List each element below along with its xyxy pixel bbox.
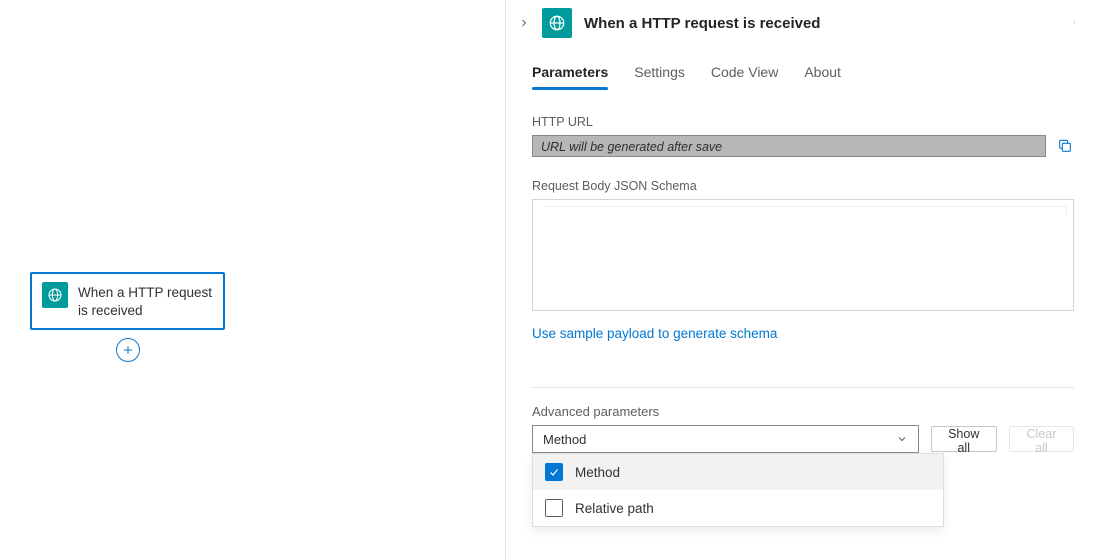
advanced-parameters-dropdown: Method Relative path — [532, 453, 944, 527]
node-title: When a HTTP request is received — [78, 282, 213, 320]
panel-body: HTTP URL URL will be generated after sav… — [506, 91, 1100, 560]
http-url-field: URL will be generated after save — [532, 135, 1046, 157]
option-relative-path[interactable]: Relative path — [533, 490, 943, 526]
tab-parameters[interactable]: Parameters — [532, 64, 608, 90]
divider — [532, 387, 1074, 388]
details-panel: When a HTTP request is received Paramete… — [505, 0, 1100, 560]
schema-textarea[interactable] — [532, 199, 1074, 311]
copy-icon[interactable] — [1056, 137, 1074, 155]
tab-about[interactable]: About — [804, 64, 841, 90]
chevron-right-icon[interactable] — [514, 13, 534, 33]
clear-all-button: Clear all — [1009, 426, 1074, 452]
schema-label: Request Body JSON Schema — [532, 179, 1074, 193]
option-label: Relative path — [575, 501, 654, 516]
tab-code-view[interactable]: Code View — [711, 64, 778, 90]
show-all-button[interactable]: Show all — [931, 426, 997, 452]
http-globe-icon — [42, 282, 68, 308]
option-method[interactable]: Method — [533, 454, 943, 490]
use-sample-payload-link[interactable]: Use sample payload to generate schema — [532, 326, 777, 341]
advanced-select-value: Method — [543, 432, 586, 447]
advanced-parameters-label: Advanced parameters — [532, 404, 1074, 419]
chevron-down-icon — [896, 433, 908, 445]
checkbox-unchecked-icon — [545, 499, 563, 517]
panel-title: When a HTTP request is received — [580, 15, 1058, 32]
checkbox-checked-icon — [545, 463, 563, 481]
panel-header: When a HTTP request is received — [506, 0, 1100, 44]
workflow-trigger-node[interactable]: When a HTTP request is received — [30, 272, 225, 330]
more-menu-icon[interactable] — [1066, 10, 1086, 36]
tabs: Parameters Settings Code View About — [506, 44, 1100, 91]
canvas: When a HTTP request is received — [0, 0, 505, 560]
option-label: Method — [575, 465, 620, 480]
http-globe-icon — [542, 8, 572, 38]
http-url-label: HTTP URL — [532, 115, 1074, 129]
advanced-parameters-select[interactable]: Method Method Relative path — [532, 425, 919, 453]
tab-settings[interactable]: Settings — [634, 64, 685, 90]
add-step-button[interactable] — [116, 338, 140, 362]
